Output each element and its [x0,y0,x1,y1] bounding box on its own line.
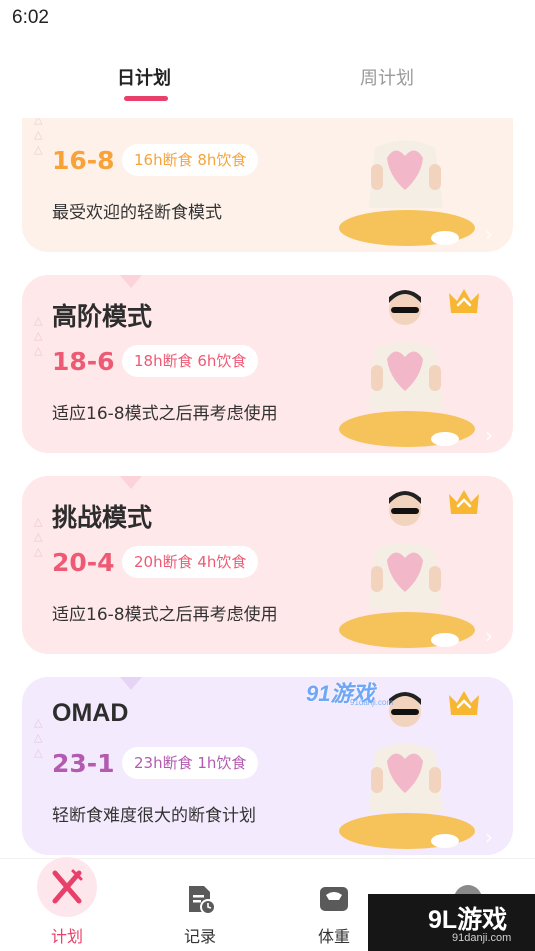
card-arrow-icon: › [485,222,493,246]
premium-crown-icon [449,691,479,715]
plan-tabs: 日计划 周计划 [0,50,535,110]
card-arrow-icon: › [485,825,493,849]
decor-triangles: △ △ △ [34,716,43,759]
plan-hours-pill: 23h断食 1h饮食 [122,747,259,779]
card-arrow-icon: › [485,624,493,648]
decor-triangles: △ △ △ [34,118,43,156]
nav-record-label: 记录 [183,927,216,946]
sitting-person-illustration [339,140,475,246]
plan-description: 适应16-8模式之后再考虑使用 [52,404,278,424]
plan-list[interactable]: △ △ △ 16-8 16h断食 8h饮食 最受欢迎的轻断食模式 › △ △ △ 高阶模… [0,118,535,858]
record-clock-icon [189,886,216,915]
premium-crown-icon [449,289,479,313]
plan-hours-pill: 20h断食 4h饮食 [122,546,259,578]
plan-ratio: 23-1 [52,749,115,778]
nav-record[interactable]: 记录 [150,859,250,951]
plan-card-16-8[interactable]: △ △ △ 16-8 16h断食 8h饮食 最受欢迎的轻断食模式 › [22,118,513,252]
plan-card-18-6[interactable]: △ △ △ 高阶模式 18-6 18h断食 6h饮食 适应16-8模式之后再考虑使用… [22,275,513,453]
nav-plan[interactable]: 计划 [17,857,117,951]
plan-title: OMAD [52,699,129,727]
card-notch [120,677,142,690]
plan-description: 最受欢迎的轻断食模式 [52,203,222,223]
plan-hours-pill: 16h断食 8h饮食 [122,144,259,176]
plan-card-20-4[interactable]: △ △ △ 挑战模式 20-4 20h断食 4h饮食 适应16-8模式之后再考虑使用… [22,476,513,654]
corner-watermark: 9L游戏 91danji.com [368,894,535,951]
decor-triangles: △ △ △ [34,515,43,558]
corner-watermark-logo: 9L游戏 [428,906,508,934]
plan-title: 高阶模式 [52,302,153,331]
corner-watermark-site: 91danji.com [452,932,512,944]
status-time: 6:02 [12,7,49,28]
tab-weekly-plan[interactable]: 周计划 [360,64,414,90]
plan-ratio: 16-8 [52,146,115,175]
scale-icon [320,887,348,911]
watermark-site: 91danji.com [350,698,394,707]
site-watermark: 91游戏 91danji.com [306,676,402,710]
plan-ratio: 20-4 [52,548,115,577]
plan-hours-pill: 18h断食 6h饮食 [122,345,259,377]
card-notch [120,275,142,288]
plan-ratio: 18-6 [52,347,115,376]
plan-description: 适应16-8模式之后再考虑使用 [52,605,278,625]
nav-plan-label: 计划 [50,927,83,946]
card-arrow-icon: › [485,423,493,447]
decor-triangles: △ △ △ [34,314,43,357]
plan-card-omad[interactable]: △ △ △ OMAD 23-1 23h断食 1h饮食 轻断食难度很大的断食计划 › [22,677,513,855]
card-notch [120,476,142,489]
plan-title: 挑战模式 [52,503,153,532]
premium-crown-icon [449,490,479,514]
tab-daily-plan[interactable]: 日计划 [117,64,171,90]
plan-description: 轻断食难度很大的断食计划 [52,806,256,826]
status-bar: 6:02 [0,0,535,36]
active-tab-indicator [124,96,168,101]
fork-knife-icon [52,869,83,904]
